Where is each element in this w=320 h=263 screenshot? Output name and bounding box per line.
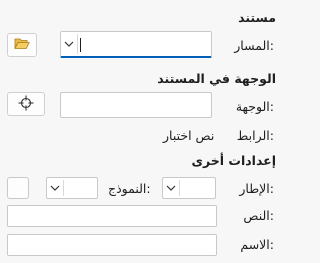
path-combobox[interactable] [60, 31, 212, 58]
frame-combobox[interactable] [162, 177, 216, 199]
target-label: الوجهة: [235, 99, 274, 114]
form-label: النموذج: [108, 181, 151, 196]
chevron-down-icon[interactable] [163, 178, 179, 198]
frame-label: الإطار: [239, 181, 274, 196]
browse-path-button[interactable] [7, 33, 37, 57]
option-checkbox[interactable] [7, 177, 29, 199]
document-section-heading: مستند [238, 10, 276, 25]
text-input[interactable] [7, 205, 217, 227]
form-combobox[interactable] [46, 177, 98, 199]
name-label: الاسم: [240, 237, 274, 252]
text-label: النص: [243, 208, 274, 223]
link-label: الرابط: [236, 128, 274, 143]
other-settings-heading: إعدادات أخرى [191, 153, 276, 168]
chevron-down-icon[interactable] [47, 178, 63, 198]
link-value: نص اختبار [163, 128, 215, 143]
path-label: المسار: [234, 38, 274, 53]
target-input[interactable] [60, 92, 212, 118]
pick-target-button[interactable] [7, 92, 45, 116]
text-caret [80, 38, 81, 52]
chevron-down-icon[interactable] [61, 32, 77, 56]
target-section-heading: الوجهة في المستند [157, 71, 276, 86]
folder-open-icon [14, 37, 30, 53]
name-input[interactable] [7, 234, 217, 256]
crosshair-icon [18, 95, 34, 114]
